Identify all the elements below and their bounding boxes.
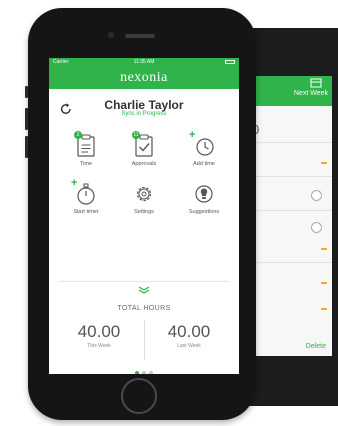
- back-row-radio[interactable]: [311, 190, 322, 201]
- sync-status: Sync in Progress: [121, 111, 167, 117]
- battery-icon: [225, 60, 235, 64]
- back-divider: [250, 176, 332, 177]
- this-week-hours: 40.00 This Week: [59, 322, 139, 349]
- volume-up-button: [25, 108, 28, 130]
- status-bar: Carrier 11:35 AM: [49, 58, 239, 67]
- plus-icon: +: [189, 129, 196, 141]
- plus-icon: +: [71, 177, 78, 189]
- tile-label: Settings: [134, 209, 154, 215]
- chevron-down-icon[interactable]: [138, 286, 150, 294]
- add-time-clock-icon: [196, 138, 214, 156]
- back-row-marker: [321, 162, 327, 164]
- app-screen: Carrier 11:35 AM nexonia Charlie Taylor …: [49, 58, 239, 374]
- tile-settings[interactable]: Settings: [119, 182, 169, 215]
- user-name: Charlie Taylor: [104, 98, 184, 112]
- volume-down-button: [25, 136, 28, 158]
- page-dot[interactable]: [142, 371, 146, 374]
- delete-link[interactable]: Delete: [306, 343, 326, 350]
- last-week-value: 40.00: [167, 322, 211, 341]
- back-divider: [250, 142, 332, 143]
- tile-label: Time: [79, 161, 93, 167]
- this-week-label: This Week: [87, 343, 111, 349]
- back-phone-screen: Next Week 0 Delete: [250, 76, 332, 356]
- approvals-badge: 11: [132, 131, 140, 139]
- lightbulb-icon: [195, 185, 213, 203]
- mute-switch: [25, 86, 28, 98]
- tile-label: Suggestions: [188, 209, 220, 215]
- back-divider: [250, 262, 332, 263]
- hours-separator: [144, 320, 145, 360]
- total-hours-title: TOTAL HOURS: [117, 305, 171, 312]
- page-dot[interactable]: [149, 371, 153, 374]
- next-week-link[interactable]: Next Week: [294, 90, 328, 97]
- last-week-hours: 40.00 Last Week: [149, 322, 229, 349]
- nav-bar: nexonia: [49, 67, 239, 89]
- back-row-radio[interactable]: [311, 222, 322, 233]
- tile-start-timer[interactable]: + Start timer: [61, 178, 111, 216]
- back-row-marker: [321, 248, 327, 250]
- tile-label: Start timer: [73, 209, 99, 215]
- time-badge: 2: [74, 131, 82, 139]
- app-logo: nexonia: [120, 70, 168, 85]
- back-row-marker: [321, 308, 327, 310]
- tile-label: Add time: [193, 161, 215, 167]
- tile-label: Approvals: [131, 161, 157, 167]
- earpiece-speaker: [125, 34, 155, 38]
- back-divider: [250, 210, 332, 211]
- front-camera: [108, 32, 114, 38]
- back-row-marker: [321, 282, 327, 284]
- calendar-icon[interactable]: [310, 78, 322, 88]
- status-time: 11:35 AM: [133, 59, 155, 65]
- home-button[interactable]: [121, 378, 157, 414]
- tile-suggestions[interactable]: Suggestions: [179, 182, 229, 215]
- tile-add-time[interactable]: + Add time: [179, 130, 229, 168]
- tile-time[interactable]: 2 Time: [61, 131, 111, 167]
- gear-icon: [136, 186, 152, 202]
- page-dot-active[interactable]: [135, 371, 139, 374]
- this-week-value: 40.00: [77, 322, 121, 341]
- stopwatch-icon: [77, 183, 95, 205]
- back-nav-bar: Next Week: [250, 76, 332, 106]
- tile-approvals[interactable]: 11 Approvals: [119, 131, 169, 167]
- last-week-label: Last Week: [177, 343, 201, 349]
- section-divider: [59, 281, 229, 282]
